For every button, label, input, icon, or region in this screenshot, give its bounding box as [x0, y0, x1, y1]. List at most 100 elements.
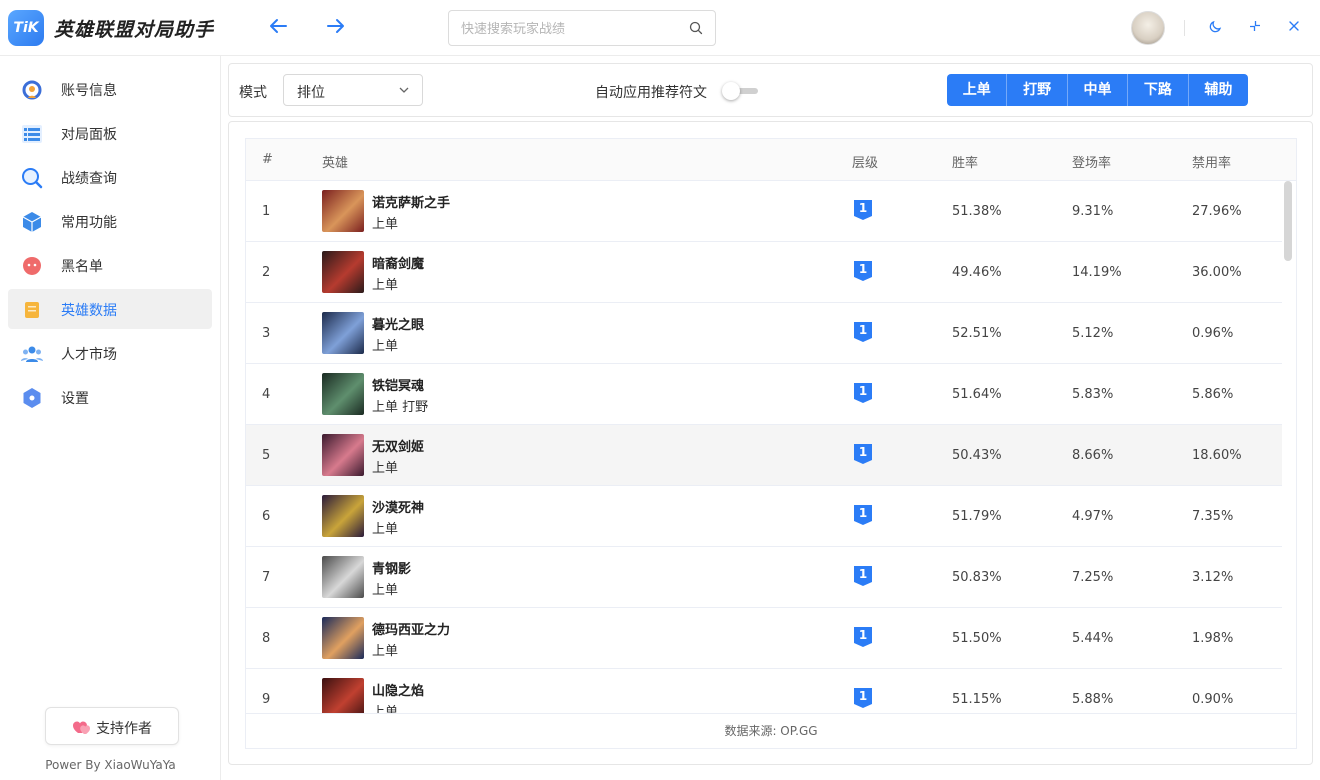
- row-num: 3: [262, 326, 271, 341]
- sidebar-item-settings[interactable]: 设置: [8, 377, 212, 417]
- tier-value: 1: [858, 689, 868, 703]
- support-author-label: 支持作者: [96, 721, 152, 737]
- banrate-value: 18.60%: [1192, 448, 1242, 463]
- table-row[interactable]: 5 无双剑姬 上单 1 50.43% 8.66% 18.60%: [246, 425, 1282, 486]
- winrate-value: 51.15%: [952, 692, 1002, 707]
- sidebar-item-talent-market[interactable]: 人才市场: [8, 333, 212, 373]
- search-icon[interactable]: [689, 21, 703, 35]
- hero-portrait: [322, 556, 364, 598]
- header-num: #: [262, 152, 273, 167]
- sidebar-item-blacklist[interactable]: 黑名单: [8, 245, 212, 285]
- header-hero: 英雄: [322, 156, 349, 171]
- lane-mid-button[interactable]: 中单: [1068, 74, 1129, 106]
- row-num: 6: [262, 509, 271, 524]
- table-row[interactable]: 1 诺克萨斯之手 上单 1 51.38% 9.31% 27.96%: [246, 181, 1282, 242]
- minimize-icon[interactable]: [1243, 16, 1267, 40]
- tier-value: 1: [858, 262, 868, 276]
- banrate-value: 5.86%: [1192, 387, 1234, 402]
- close-icon[interactable]: [1282, 16, 1306, 40]
- sidebar-item-hero-data[interactable]: 英雄数据: [8, 289, 212, 329]
- account-icon: [22, 80, 42, 100]
- search-box[interactable]: [448, 10, 716, 46]
- pickrate-value: 5.88%: [1072, 692, 1114, 707]
- lane-bottom-button[interactable]: 下路: [1128, 74, 1189, 106]
- lane-jungle-button[interactable]: 打野: [1007, 74, 1068, 106]
- pickrate-value: 5.12%: [1072, 326, 1114, 341]
- table-row[interactable]: 8 德玛西亚之力 上单 1 51.50% 5.44% 1.98%: [246, 608, 1282, 669]
- sidebar-item-account[interactable]: 账号信息: [8, 69, 212, 109]
- tier-badge: 1: [853, 504, 873, 526]
- hero-portrait: [322, 251, 364, 293]
- banrate-value: 36.00%: [1192, 265, 1242, 280]
- winrate-value: 51.50%: [952, 631, 1002, 646]
- avatar[interactable]: [1131, 11, 1165, 45]
- sidebar-item-label: 黑名单: [61, 259, 103, 275]
- settings-icon: [23, 388, 41, 408]
- mode-select[interactable]: 排位: [283, 74, 423, 106]
- pickrate-value: 5.83%: [1072, 387, 1114, 402]
- hero-portrait: [322, 190, 364, 232]
- chevron-down-icon: [399, 87, 409, 93]
- tier-value: 1: [858, 628, 868, 642]
- table-body[interactable]: 1 诺克萨斯之手 上单 1 51.38% 9.31% 27.96% 2 暗裔剑魔 上单 1 49.46…: [246, 181, 1296, 713]
- cube-icon: [22, 212, 42, 232]
- hero-portrait: [322, 373, 364, 415]
- winrate-value: 51.79%: [952, 509, 1002, 524]
- tier-value: 1: [858, 384, 868, 398]
- header-pickrate: 登场率: [1072, 156, 1112, 171]
- sidebar-item-common-features[interactable]: 常用功能: [8, 201, 212, 241]
- hero-position: 上单 打野: [372, 400, 429, 415]
- mode-select-value: 排位: [297, 85, 325, 101]
- hero-portrait: [322, 312, 364, 354]
- lane-top-button[interactable]: 上单: [947, 74, 1008, 106]
- banrate-value: 1.98%: [1192, 631, 1234, 646]
- mode-label: 模式: [239, 85, 267, 101]
- app-title: 英雄联盟对局助手: [54, 19, 215, 41]
- header-tier: 层级: [852, 156, 879, 171]
- back-arrow-icon[interactable]: [266, 15, 292, 41]
- title-bar: TiK 英雄联盟对局助手: [0, 0, 1320, 56]
- tier-value: 1: [858, 506, 868, 520]
- pickrate-value: 5.44%: [1072, 631, 1114, 646]
- table-row[interactable]: 9 山隐之焰 上单 1 51.15% 5.88% 0.90%: [246, 669, 1282, 713]
- data-source-text: 数据来源: OP.GG: [246, 713, 1296, 748]
- sidebar-item-label: 账号信息: [61, 83, 117, 99]
- winrate-value: 50.43%: [952, 448, 1002, 463]
- table-row[interactable]: 6 沙漠死神 上单 1 51.79% 4.97% 7.35%: [246, 486, 1282, 547]
- sidebar-item-label: 对局面板: [61, 127, 117, 143]
- tier-badge: 1: [853, 443, 873, 465]
- hero-name: 青钢影: [372, 562, 412, 577]
- table-row[interactable]: 2 暗裔剑魔 上单 1 49.46% 14.19% 36.00%: [246, 242, 1282, 303]
- tier-value: 1: [858, 567, 868, 581]
- search-input[interactable]: [461, 19, 681, 39]
- sidebar-item-match-panel[interactable]: 对局面板: [8, 113, 212, 153]
- row-num: 8: [262, 631, 271, 646]
- banrate-value: 3.12%: [1192, 570, 1234, 585]
- table-row[interactable]: 3 暮光之眼 上单 1 52.51% 5.12% 0.96%: [246, 303, 1282, 364]
- row-num: 2: [262, 265, 271, 280]
- forward-arrow-icon[interactable]: [322, 15, 348, 41]
- table-row[interactable]: 7 青钢影 上单 1 50.83% 7.25% 3.12%: [246, 547, 1282, 608]
- auto-rune-toggle[interactable]: [722, 82, 758, 100]
- lane-support-button[interactable]: 辅助: [1189, 74, 1248, 106]
- match-panel-icon: [22, 125, 42, 143]
- hero-position: 上单: [372, 522, 399, 537]
- people-icon: [21, 346, 43, 362]
- hero-position: 上单: [372, 583, 399, 598]
- tier-badge: 1: [853, 321, 873, 343]
- table-scrollbar[interactable]: [1284, 181, 1292, 261]
- winrate-value: 51.64%: [952, 387, 1002, 402]
- auto-rune-label: 自动应用推荐符文: [595, 85, 707, 101]
- hero-portrait: [322, 678, 364, 713]
- table-row[interactable]: 4 铁铠冥魂 上单 打野 1 51.64% 5.83% 5.86%: [246, 364, 1282, 425]
- app-logo: TiK: [8, 10, 44, 46]
- tier-value: 1: [858, 201, 868, 215]
- sidebar-item-record-search[interactable]: 战绩查询: [8, 157, 212, 197]
- pickrate-value: 7.25%: [1072, 570, 1114, 585]
- tier-badge: 1: [853, 626, 873, 648]
- pickrate-value: 4.97%: [1072, 509, 1114, 524]
- tier-value: 1: [858, 445, 868, 459]
- hero-position: 上单: [372, 644, 399, 659]
- theme-moon-icon[interactable]: [1204, 16, 1228, 40]
- support-author-button[interactable]: 支持作者: [45, 707, 179, 745]
